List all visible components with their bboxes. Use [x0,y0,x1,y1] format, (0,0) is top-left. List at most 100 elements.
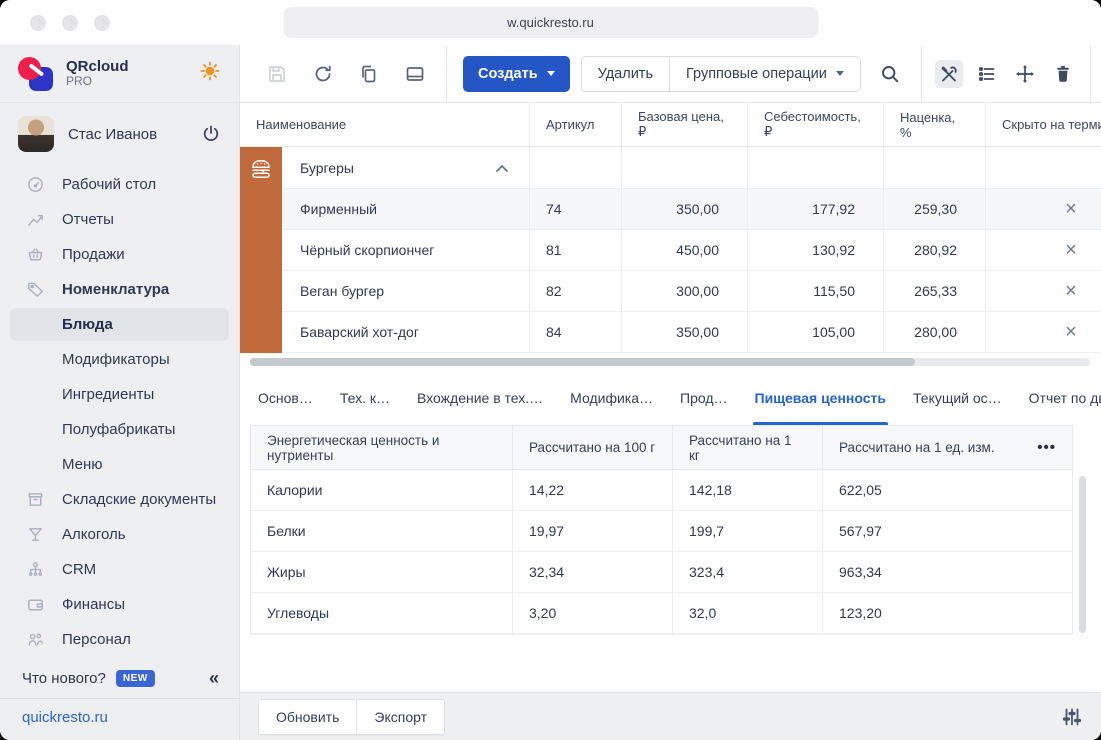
tab-sales[interactable]: Прод… [680,371,728,425]
sidebar-item-dishes[interactable]: Блюда [10,308,229,341]
window-zoom-button[interactable] [94,15,110,31]
sidebar-item-menu[interactable]: Меню [0,447,239,482]
sidebar-item-finance[interactable]: Финансы [0,587,239,622]
sidebar-item-warehouse-docs[interactable]: Складские документы [0,482,239,517]
user-row: Стас Иванов [0,107,239,161]
tools-icon[interactable] [935,60,963,88]
hidden-on-terminal-x-icon[interactable]: × [1065,281,1077,301]
column-header-base-price[interactable]: Базовая цена, ₽ [622,103,748,146]
more-options-icon[interactable]: ••• [1037,439,1056,456]
nutrition-row: Белки 19,97 199,7 567,97 [251,511,1072,552]
save-icon[interactable] [264,61,290,87]
toolbar-divider [1090,45,1091,102]
dish-table-body: Бургеры Фирменный 74 350,00 177,92 [240,147,1101,353]
actions-button-group: Удалить Групповые операции [581,56,861,92]
tab-tech-inclusion[interactable]: Вхождение в тех.… [417,371,543,425]
nutrition-row: Углеводы 3,20 32,0 123,20 [251,593,1072,634]
column-header-markup[interactable]: Наценка, % [884,103,986,146]
scrollbar-thumb[interactable] [250,358,915,366]
sidebar-item-semifinished[interactable]: Полуфабрикаты [0,412,239,447]
window-close-button[interactable] [30,15,46,31]
sidebar: QRcloud PRO Стас Иванов [0,45,240,740]
column-header-name[interactable]: Наименование [240,103,530,146]
nutrition-table-header: Энергетическая ценность и нутриенты Расс… [251,426,1072,470]
browser-titlebar: w.quickresto.ru [0,0,1101,45]
column-header-sku[interactable]: Артикул [530,103,622,146]
finance-wallet-icon [26,595,46,614]
column-header-cost[interactable]: Себестоимость, ₽ [748,103,884,146]
sidebar-item-reports[interactable]: Отчеты [0,202,239,237]
tab-current-stock[interactable]: Текущий ос… [913,371,1002,425]
sidebar-item-dashboard[interactable]: Рабочий стол [0,167,239,202]
category-name: Бургеры [300,160,354,176]
sidebar-item-staff[interactable]: Персонал [0,622,239,657]
sidebar-item-modifiers[interactable]: Модификаторы [0,342,239,377]
dish-row[interactable]: Веган бургер 82 300,00 115,50 265,33 × [240,271,1101,312]
dish-row[interactable]: Чёрный скорпиончег 81 450,00 130,92 280,… [240,230,1101,271]
sidebar-item-ingredients[interactable]: Ингредиенты [0,377,239,412]
whats-new-link[interactable]: Что нового? NEW « [0,661,239,698]
column-header-per-1kg: Рассчитано на 1 кг [673,426,823,469]
tab-tech-card[interactable]: Тех. к… [340,371,390,425]
copy-icon[interactable] [356,61,382,87]
category-row-burgers[interactable]: Бургеры [240,147,1101,189]
hidden-on-terminal-x-icon[interactable]: × [1065,199,1077,219]
warehouse-box-icon [26,490,46,509]
qrcloud-logo-icon [18,56,54,92]
move-icon[interactable] [1011,60,1039,88]
crm-orgchart-icon [26,560,46,579]
nutrition-row: Калории 14,22 142,18 622,05 [251,470,1072,511]
window-minimize-button[interactable] [62,15,78,31]
create-button[interactable]: Создать [463,56,570,92]
alcohol-martini-icon [26,525,46,544]
app-window: w.quickresto.ru QRcloud PRO [0,0,1101,740]
group-operations-button[interactable]: Групповые операции [669,57,860,91]
user-name: Стас Иванов [68,126,157,143]
footer-button-group: Обновить Экспорт [258,699,445,735]
column-header-per-100g: Рассчитано на 100 г [513,426,673,469]
trash-icon[interactable] [1049,60,1077,88]
sidebar-item-crm[interactable]: CRM [0,552,239,587]
sidebar-item-sales[interactable]: Продажи [0,237,239,272]
nutrition-table: Энергетическая ценность и нутриенты Расс… [250,425,1073,635]
tab-nutrition[interactable]: Пищевая ценность [755,371,886,425]
search-icon[interactable] [877,61,903,87]
new-badge: NEW [116,670,155,687]
horizontal-scrollbar [240,353,1101,371]
quickresto-site-link[interactable]: quickresto.ru [0,699,239,740]
address-bar[interactable]: w.quickresto.ru [283,7,818,38]
caret-down-icon [836,71,844,76]
refresh-icon[interactable] [310,61,336,87]
column-settings-sliders-icon[interactable] [1061,706,1083,728]
tab-movement-report[interactable]: Отчет по дви… [1029,371,1101,425]
dish-row[interactable]: Баварский хот-дог 84 350,00 105,00 280,0… [240,312,1101,353]
logout-power-icon[interactable] [201,124,221,144]
list-settings-icon[interactable] [973,60,1001,88]
sidebar-collapse-icon[interactable]: « [209,668,219,689]
window-controls [0,15,110,31]
sales-basket-icon [26,245,46,264]
export-button[interactable]: Экспорт [356,700,444,734]
vertical-scrollbar-thumb[interactable] [1079,476,1086,633]
dish-row[interactable]: Фирменный 74 350,00 177,92 259,30 × [240,189,1101,230]
refresh-button[interactable]: Обновить [259,700,356,734]
sidebar-footer: Что нового? NEW « quickresto.ru [0,661,239,740]
tab-modifiers[interactable]: Модифика… [570,371,653,425]
dashboard-gauge-icon [26,175,46,194]
column-header-per-unit: Рассчитано на 1 ед. изм. [839,440,995,455]
terminal-screen-icon[interactable] [402,61,428,87]
delete-button[interactable]: Удалить [582,57,669,91]
column-header-hidden-on-terminal[interactable]: Скрыто на терми [986,103,1101,146]
brand-header: QRcloud PRO [0,45,239,103]
theme-sun-icon[interactable] [199,60,221,87]
sidebar-item-nomenclature[interactable]: Номенклатура [0,272,239,307]
chevron-up-icon[interactable] [495,160,509,176]
caret-down-icon [547,71,555,76]
tab-main[interactable]: Основ… [258,371,313,425]
nomenclature-tag-icon [26,280,46,299]
hidden-on-terminal-x-icon[interactable]: × [1065,240,1077,260]
hidden-on-terminal-x-icon[interactable]: × [1065,322,1077,342]
sidebar-nav: Рабочий стол Отчеты [0,161,239,692]
reports-chart-icon [26,210,46,229]
sidebar-item-alcohol[interactable]: Алкоголь [0,517,239,552]
